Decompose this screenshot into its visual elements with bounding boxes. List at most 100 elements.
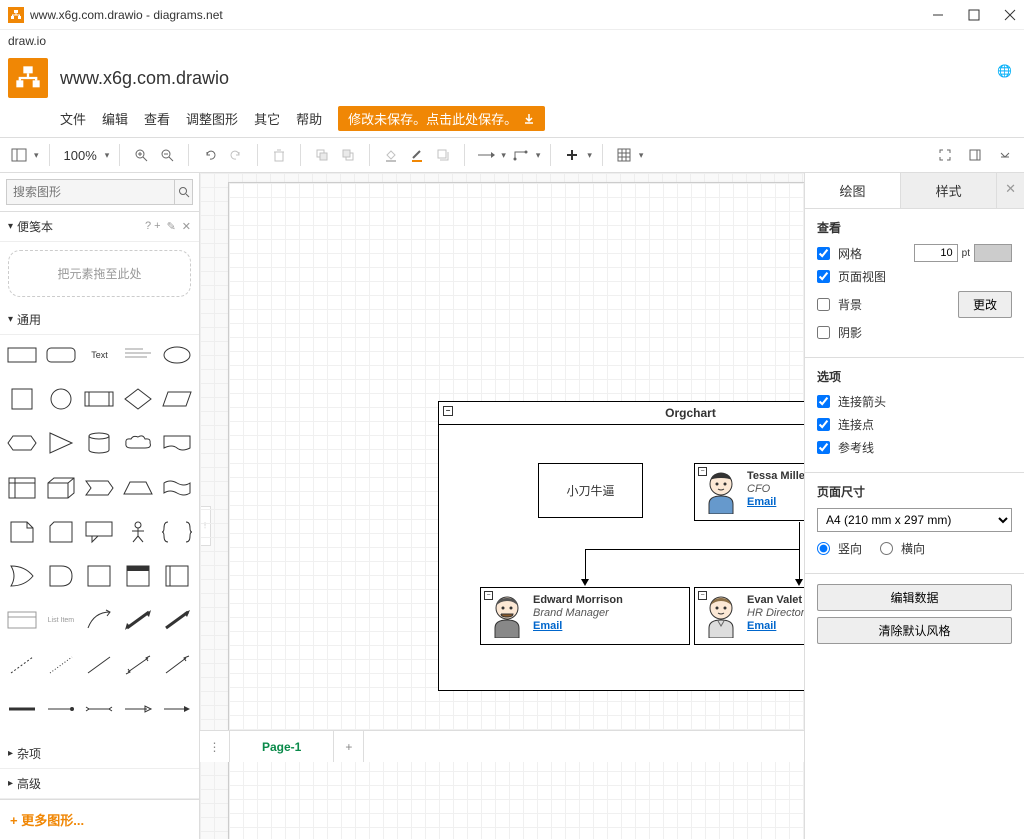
search-button[interactable] [175, 179, 193, 205]
shape-bidir-arrow[interactable] [122, 606, 155, 634]
undo-icon[interactable] [199, 144, 221, 166]
shape-link4[interactable] [122, 695, 155, 723]
shape-cube[interactable] [45, 474, 78, 502]
connection-icon[interactable] [475, 144, 497, 166]
shape-document[interactable] [160, 429, 193, 457]
language-icon[interactable]: 🌐 [997, 64, 1012, 78]
collapse-icon[interactable]: − [698, 467, 707, 476]
shape-rect[interactable] [6, 341, 39, 369]
node-tessa[interactable]: − Tessa Miller CFO Email [694, 463, 804, 521]
toback-icon[interactable] [337, 144, 359, 166]
tab-diagram[interactable]: 绘图 [805, 173, 900, 208]
zoom-out-icon[interactable] [156, 144, 178, 166]
scratchpad-dropzone[interactable]: 把元素拖至此处 [8, 250, 191, 297]
maximize-icon[interactable] [968, 9, 980, 21]
tofront-icon[interactable] [311, 144, 333, 166]
shape-hexagon[interactable] [6, 429, 39, 457]
shape-square[interactable] [6, 385, 39, 413]
shape-listitem[interactable]: List Item [45, 606, 78, 634]
shape-dotted[interactable] [45, 651, 78, 679]
shape-process[interactable] [83, 385, 116, 413]
page-tab[interactable]: Page-1 [230, 731, 334, 762]
menu-help[interactable]: 帮助 [296, 109, 322, 128]
node-edward[interactable]: − Edward Morrison Brand Manager Email [480, 587, 690, 645]
shape-cylinder[interactable] [83, 429, 116, 457]
more-shapes-button[interactable]: + 更多图形... [0, 799, 199, 839]
points-checkbox[interactable] [817, 418, 830, 431]
shape-curly[interactable] [160, 518, 193, 546]
shape-card[interactable] [45, 518, 78, 546]
misc-section[interactable]: ▸杂项 [0, 739, 199, 769]
shape-link1[interactable] [6, 695, 39, 723]
shape-curve[interactable] [83, 606, 116, 634]
advanced-section[interactable]: ▸高级 [0, 769, 199, 799]
shape-list[interactable] [6, 606, 39, 634]
shape-cloud[interactable] [122, 429, 155, 457]
gridcolor-swatch[interactable] [974, 244, 1012, 262]
shape-line[interactable] [83, 651, 116, 679]
guides-checkbox[interactable] [817, 441, 830, 454]
menu-edit[interactable]: 编辑 [102, 109, 128, 128]
shape-bidir[interactable] [122, 651, 155, 679]
shape-tape[interactable] [160, 474, 193, 502]
shape-trapezoid[interactable] [122, 474, 155, 502]
shape-roundrect[interactable] [45, 341, 78, 369]
tab-style[interactable]: 样式 [900, 173, 996, 208]
shape-and[interactable] [45, 562, 78, 590]
person-email[interactable]: Email [747, 496, 804, 508]
shape-datastore[interactable] [83, 562, 116, 590]
node-simple[interactable]: 小刀牛逼 [538, 463, 643, 518]
zoom-level[interactable]: 100% [60, 148, 101, 163]
shape-actor[interactable] [122, 518, 155, 546]
pageview-checkbox[interactable] [817, 270, 830, 283]
edit-icon[interactable]: ✎ [167, 220, 176, 233]
shape-link3[interactable] [83, 695, 116, 723]
linecolor-icon[interactable] [406, 144, 428, 166]
menu-adjust[interactable]: 调整图形 [186, 109, 238, 128]
shape-link2[interactable] [45, 695, 78, 723]
shadow-checkbox[interactable] [817, 326, 830, 339]
file-title[interactable]: www.x6g.com.drawio [60, 68, 229, 89]
paper-select[interactable]: A4 (210 mm x 297 mm) [817, 508, 1012, 532]
delete-icon[interactable] [268, 144, 290, 166]
collapse-icon[interactable]: − [443, 406, 453, 416]
sidebar-toggle-icon[interactable] [8, 144, 30, 166]
clearstyle-button[interactable]: 清除默认风格 [817, 617, 1012, 644]
shape-thick-arrow[interactable] [160, 606, 193, 634]
portrait-radio[interactable] [817, 542, 830, 555]
menu-file[interactable]: 文件 [60, 109, 86, 128]
shape-diamond[interactable] [122, 385, 155, 413]
table-icon[interactable] [613, 144, 635, 166]
shape-note[interactable] [6, 518, 39, 546]
zoom-in-icon[interactable] [130, 144, 152, 166]
shape-frame[interactable] [160, 562, 193, 590]
shape-text[interactable]: Text [83, 341, 116, 369]
shape-circle[interactable] [45, 385, 78, 413]
arrows-checkbox[interactable] [817, 395, 830, 408]
node-evan[interactable]: − Evan Valet HR Director Email [694, 587, 804, 645]
shadow-icon[interactable] [432, 144, 454, 166]
shape-callout[interactable] [83, 518, 116, 546]
general-section[interactable]: ▾通用 [0, 305, 199, 335]
close-panel-icon[interactable]: ✕ [996, 173, 1024, 208]
person-email[interactable]: Email [747, 620, 804, 632]
redo-icon[interactable] [225, 144, 247, 166]
menu-other[interactable]: 其它 [254, 109, 280, 128]
shape-container2[interactable] [122, 562, 155, 590]
shape-step[interactable] [83, 474, 116, 502]
minimize-icon[interactable] [932, 9, 944, 21]
shape-link5[interactable] [160, 695, 193, 723]
add-page-icon[interactable]: + [334, 731, 364, 762]
close-icon[interactable] [1004, 9, 1016, 21]
background-checkbox[interactable] [817, 298, 830, 311]
shape-or[interactable] [6, 562, 39, 590]
pages-menu-icon[interactable]: ⋮ [200, 731, 230, 762]
gridsize-input[interactable] [914, 244, 958, 262]
collapse-icon[interactable]: − [698, 591, 707, 600]
person-email[interactable]: Email [533, 620, 623, 632]
save-warning[interactable]: 修改未保存。点击此处保存。 [338, 106, 545, 131]
waypoint-icon[interactable] [510, 144, 532, 166]
shape-triangle[interactable] [45, 429, 78, 457]
fullscreen-icon[interactable] [934, 144, 956, 166]
shape-dashed[interactable] [6, 651, 39, 679]
